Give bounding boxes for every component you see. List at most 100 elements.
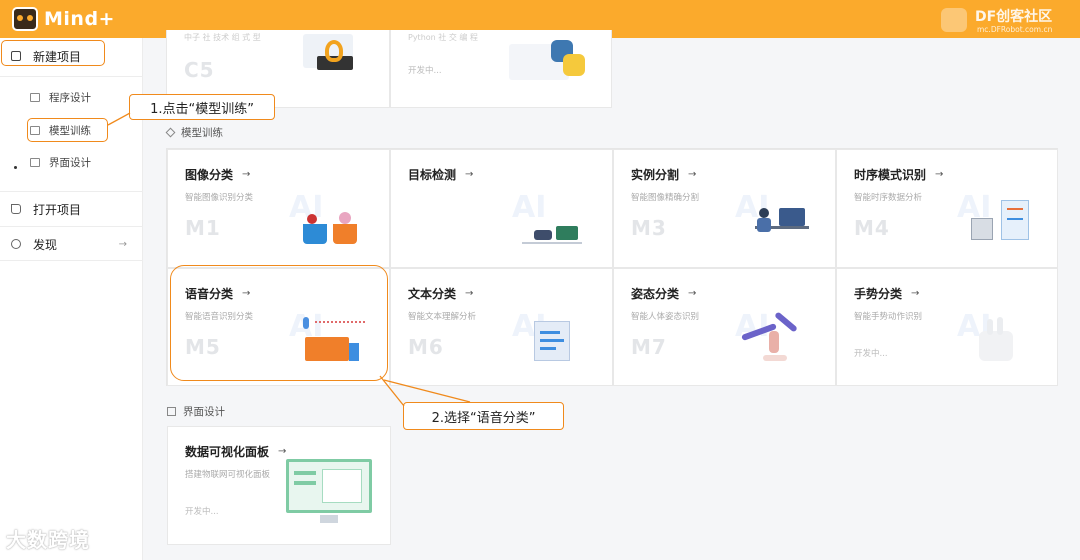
arrow-right-icon: →	[688, 288, 697, 299]
card-desc: 智能时序数据分析	[854, 193, 923, 203]
callout-step-1: 1.点击“模型训练”	[129, 94, 275, 120]
callout-text: 2.选择“语音分类”	[431, 410, 536, 426]
cube-icon	[165, 127, 176, 138]
highlight-model-training	[27, 118, 108, 142]
sidebar-item-label: 界面设计	[49, 156, 91, 169]
section-model-training: 模型训练	[165, 125, 223, 140]
card-title: 手势分类	[854, 287, 903, 301]
arrow-right-icon: →	[465, 288, 474, 299]
card-title: 姿态分类	[631, 287, 680, 301]
card-title-wrap: 手势分类 →	[854, 285, 919, 302]
data-cube-illustration-icon: AI	[957, 190, 1037, 250]
text-doc-illustration-icon: AI	[512, 309, 592, 369]
app-title: Mind+	[44, 8, 115, 30]
card-title-wrap: 图像分类 →	[185, 166, 250, 183]
card-code: M4	[854, 216, 890, 240]
sidebar-item-label: 打开项目	[33, 202, 82, 217]
card-title: 文本分类	[408, 287, 457, 301]
highlight-audio-classification	[170, 265, 388, 381]
arrow-right-icon: →	[911, 288, 920, 299]
mindplus-robot-icon	[12, 7, 38, 31]
python-illustration-icon	[509, 36, 589, 86]
active-dot-icon	[14, 166, 17, 169]
card-title-wrap: 实例分割 →	[631, 166, 696, 183]
snake-chip-illustration-icon	[295, 34, 365, 86]
card-status: 开发中...	[408, 66, 442, 76]
window-icon	[30, 157, 40, 167]
card-desc: Python 社 交 编 程	[408, 33, 478, 42]
card-desc: 智能图像识别分类	[185, 193, 254, 203]
card-code: M3	[631, 216, 667, 240]
watermark: 大数跨境	[6, 524, 90, 553]
card-title: 图像分类	[185, 168, 234, 182]
card-pose-classification[interactable]: 姿态分类 → 智能人体姿态识别 M7 AI	[613, 268, 836, 386]
fruit-basket-illustration-icon: AI	[289, 190, 369, 250]
sidebar-item-label: 程序设计	[49, 91, 91, 104]
card-desc: 智能人体姿态识别	[631, 312, 700, 322]
card-desc: 智能文本理解分析	[408, 312, 477, 322]
highlight-new-project	[1, 40, 105, 66]
card-code: M1	[185, 216, 221, 240]
callout-text: 1.点击“模型训练”	[150, 101, 254, 117]
card-data-visualization[interactable]: 数据可视化面板 → 搭建物联网可视化面板 开发中...	[167, 426, 391, 545]
dfrobot-robot-icon	[941, 8, 967, 32]
divider	[0, 76, 143, 77]
vehicle-detection-illustration-icon: AI	[512, 190, 592, 250]
card-instance-segmentation[interactable]: 实例分割 → 智能图像精确分割 M3 AI	[613, 149, 836, 268]
card-title: 目标检测	[408, 168, 457, 182]
card-title: 实例分割	[631, 168, 680, 182]
card-title-wrap: 文本分类 →	[408, 285, 473, 302]
card-code: M7	[631, 335, 667, 359]
section-ui-design: 界面设计	[167, 404, 225, 419]
card-code: C5	[184, 58, 215, 82]
arrow-right-icon: →	[935, 169, 944, 180]
card-title-wrap: 数据可视化面板 →	[185, 443, 286, 460]
section-title: 界面设计	[183, 406, 225, 418]
card-title: 数据可视化面板	[185, 445, 270, 459]
folder-icon	[11, 204, 21, 214]
card-code: M6	[408, 335, 444, 359]
sidebar-item-ui-design[interactable]: 界面设计	[30, 151, 91, 173]
card-object-detection[interactable]: 目标检测 → AI	[390, 149, 613, 268]
sidebar-item-program-design[interactable]: 程序设计	[30, 86, 91, 108]
card-status: 开发中...	[185, 507, 219, 517]
card-desc: 智能图像精确分割	[631, 193, 700, 203]
watermark-text: 大数跨境	[6, 528, 90, 552]
sidebar-item-label: 发现	[33, 237, 58, 252]
ai-ghost-icon: AI	[512, 190, 547, 225]
code-icon	[30, 92, 40, 102]
card-partial-python[interactable]: Python 社 交 编 程 开发中...	[390, 30, 612, 108]
card-status: 开发中...	[854, 349, 888, 359]
card-title-wrap: 目标检测 →	[408, 166, 473, 183]
arrow-right-icon: →	[465, 169, 474, 180]
card-time-series[interactable]: 时序模式识别 → 智能时序数据分析 M4 AI	[836, 149, 1058, 268]
hand-gesture-illustration-icon: AI	[957, 309, 1037, 369]
arrow-right-icon: →	[688, 169, 697, 180]
arrow-right-icon: →	[278, 446, 287, 457]
card-title-wrap: 时序模式识别 →	[854, 166, 943, 183]
app-logo: Mind+	[12, 5, 115, 33]
card-image-classification[interactable]: 图像分类 → 智能图像识别分类 M1 AI	[167, 149, 390, 268]
sidebar-item-open-project[interactable]: 打开项目	[0, 192, 143, 226]
dashboard-monitor-illustration-icon	[286, 459, 374, 525]
person-at-desk-illustration-icon: AI	[735, 190, 815, 250]
sidebar: 新建项目 程序设计 模型训练 界面设计 打开项目 发现 →	[0, 38, 143, 560]
dfrobot-brand: DF创客社区 mc.DFRobot.com.cn	[941, 4, 1066, 36]
card-desc: 中子 社 技术 组 式 型	[184, 33, 261, 42]
section-title: 模型训练	[181, 127, 223, 139]
discover-icon	[11, 239, 21, 249]
divider	[0, 260, 143, 261]
card-text-classification[interactable]: 文本分类 → 智能文本理解分析 M6 AI	[390, 268, 613, 386]
card-title-wrap: 姿态分类 →	[631, 285, 696, 302]
card-title: 时序模式识别	[854, 168, 927, 182]
card-gesture-classification[interactable]: 手势分类 → 智能手势动作识别 开发中... AI	[836, 268, 1058, 386]
arrow-right-icon: →	[118, 238, 127, 250]
arrow-right-icon: →	[242, 169, 251, 180]
callout-step-2: 2.选择“语音分类”	[403, 402, 564, 430]
sidebar-item-discover[interactable]: 发现 →	[0, 227, 143, 261]
card-desc: 智能手势动作识别	[854, 312, 923, 322]
brand-name: DF创客社区	[975, 9, 1053, 25]
yoga-pose-illustration-icon: AI	[735, 309, 815, 369]
brand-url: mc.DFRobot.com.cn	[977, 25, 1053, 34]
card-desc: 搭建物联网可视化面板	[185, 470, 271, 480]
